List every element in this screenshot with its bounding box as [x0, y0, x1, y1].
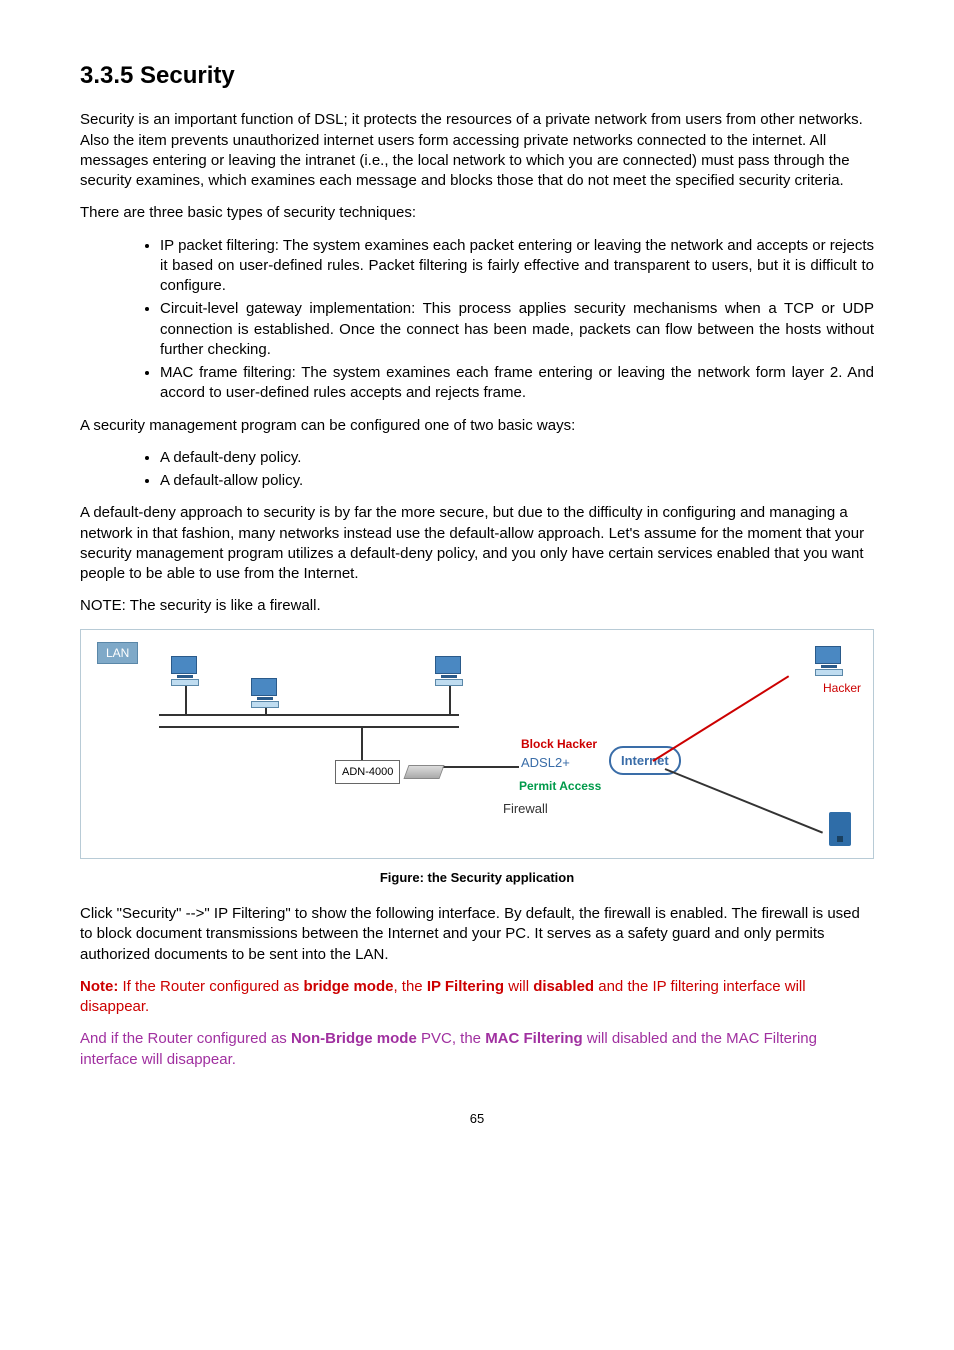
server-icon: [829, 812, 851, 846]
list-item: A default-deny policy.: [160, 448, 874, 468]
server-arrow: [665, 768, 825, 838]
red-note: Note: If the Router configured as bridge…: [80, 977, 874, 1018]
page-number: 65: [80, 1110, 874, 1128]
list-item: Circuit-level gateway implementation: Th…: [160, 299, 874, 360]
non-bridge-mode-bold: Non-Bridge mode: [291, 1030, 417, 1047]
purple-note: And if the Router configured as Non-Brid…: [80, 1029, 874, 1070]
permit-access-label: Permit Access: [519, 778, 601, 794]
techniques-list: IP packet filtering: The system examines…: [80, 236, 874, 404]
intro-paragraph: Security is an important function of DSL…: [80, 110, 874, 191]
note-text: will: [504, 978, 533, 995]
list-item: IP packet filtering: The system examines…: [160, 236, 874, 297]
modem-label: ADN-4000: [335, 760, 400, 785]
wire: [185, 686, 187, 714]
types-intro: There are three basic types of security …: [80, 203, 874, 223]
wire: [449, 686, 451, 714]
modem: ADN-4000: [335, 760, 442, 785]
click-instructions: Click "Security" -->" IP Filtering" to s…: [80, 904, 874, 965]
hacker-label: Hacker: [823, 680, 861, 696]
note-text: If the Router configured as: [118, 978, 303, 995]
bridge-mode-bold: bridge mode: [303, 978, 393, 995]
block-hacker-label: Block Hacker: [521, 736, 597, 752]
approach-paragraph: A default-deny approach to security is b…: [80, 503, 874, 584]
pc-icon: [815, 646, 843, 670]
ip-filtering-bold: IP Filtering: [427, 978, 504, 995]
note-text: And if the Router configured as: [80, 1030, 291, 1047]
list-item: A default-allow policy.: [160, 471, 874, 491]
wire: [159, 714, 459, 716]
note-text: PVC, the: [417, 1030, 485, 1047]
section-heading: 3.3.5 Security: [80, 60, 874, 92]
pc-icon: [435, 656, 463, 680]
modem-icon: [404, 765, 445, 779]
security-diagram: LAN Hacker ADN-4000 Block Hacker ADSL2+ …: [80, 629, 874, 859]
policy-list: A default-deny policy. A default-allow p…: [80, 448, 874, 492]
disabled-bold: disabled: [533, 978, 594, 995]
firewall-label: Firewall: [503, 800, 548, 818]
list-item: MAC frame filtering: The system examines…: [160, 363, 874, 404]
note-text: , the: [393, 978, 426, 995]
ways-intro: A security management program can be con…: [80, 416, 874, 436]
pc-icon: [171, 656, 199, 680]
note-paragraph: NOTE: The security is like a firewall.: [80, 596, 874, 616]
hacker-arrow: [653, 670, 813, 770]
pc-icon: [251, 678, 279, 702]
note-prefix: Note:: [80, 978, 118, 995]
figure-caption: Figure: the Security application: [80, 869, 874, 887]
adsl-label: ADSL2+: [521, 754, 570, 772]
mac-filtering-bold: MAC Filtering: [485, 1030, 583, 1047]
lan-label: LAN: [97, 642, 138, 664]
wire: [159, 726, 459, 728]
